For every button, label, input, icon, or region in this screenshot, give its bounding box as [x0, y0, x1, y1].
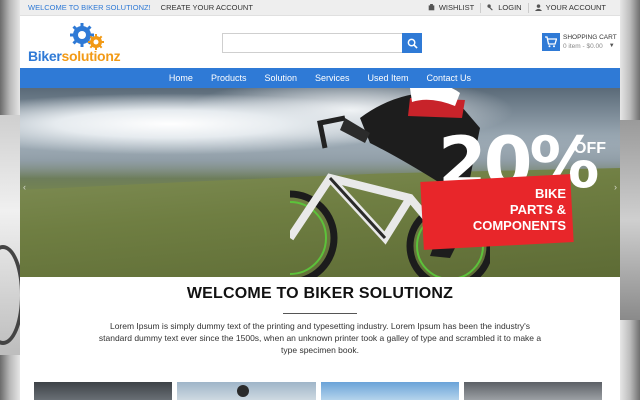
main-navigation: Home Products Solution Services Used Ite…	[20, 68, 620, 88]
wishlist-link[interactable]: WISHLIST	[422, 3, 480, 13]
nav-solution[interactable]: Solution	[255, 68, 306, 88]
hero-banner[interactable]: ‹ › 20% OFF BIKE PARTS & COMPONENTS	[20, 88, 620, 277]
login-label: LOGIN	[498, 3, 522, 12]
page-container: WELCOME TO BIKER SOLUTIONZ! CREATE YOUR …	[20, 0, 620, 400]
gear-icon	[70, 23, 104, 50]
promo-text: BIKE PARTS & COMPONENTS	[426, 186, 566, 234]
wishlist-icon	[428, 4, 435, 11]
header: Bikersolutionz SHOPPING CART 0 item - $0…	[20, 16, 620, 68]
promo-line-3: COMPONENTS	[472, 218, 566, 233]
thumbnail-4[interactable]	[463, 382, 602, 400]
side-background-left	[0, 115, 24, 355]
slider-prev-button[interactable]: ‹	[23, 182, 26, 192]
nav-products[interactable]: Products	[202, 68, 256, 88]
shopping-cart[interactable]: SHOPPING CART 0 item - $0.00 ▼	[542, 33, 617, 51]
search-bar	[222, 33, 422, 53]
login-icon	[487, 4, 494, 11]
thumbnail-helmet	[237, 385, 250, 397]
logo-wordmark: Bikersolutionz	[28, 48, 121, 64]
nav-services[interactable]: Services	[306, 68, 359, 88]
welcome-section: WELCOME TO BIKER SOLUTIONZ Lorem Ipsum i…	[20, 277, 620, 356]
cart-button[interactable]	[542, 33, 560, 51]
login-link[interactable]: LOGIN	[480, 2, 527, 13]
nav-home[interactable]: Home	[160, 68, 202, 88]
site-logo[interactable]: Bikersolutionz	[28, 20, 128, 64]
account-icon	[534, 4, 542, 11]
promo-line-1: BIKE	[534, 186, 566, 201]
thumbnail-2[interactable]	[177, 382, 316, 400]
thumbnail-1[interactable]	[34, 382, 173, 400]
search-icon	[407, 38, 418, 49]
product-thumbnails	[34, 382, 602, 400]
chevron-down-icon[interactable]: ▼	[609, 42, 615, 51]
promo-off-label: OFF	[574, 140, 606, 157]
welcome-title: WELCOME TO BIKER SOLUTIONZ	[186, 285, 454, 302]
slider-next-button[interactable]: ›	[614, 182, 617, 192]
welcome-body: Lorem Ipsum is simply dummy text of the …	[98, 321, 542, 355]
wishlist-label: WISHLIST	[438, 3, 475, 12]
create-account-link[interactable]: CREATE YOUR ACCOUNT	[161, 3, 253, 12]
title-divider	[283, 313, 357, 314]
cart-title: SHOPPING CART	[563, 34, 617, 41]
cart-icon	[545, 36, 557, 48]
thumbnail-3[interactable]	[320, 382, 459, 400]
side-background-right	[620, 120, 640, 320]
your-account-link[interactable]: YOUR ACCOUNT	[527, 2, 612, 13]
nav-contact-us[interactable]: Contact Us	[418, 68, 481, 88]
cart-summary: 0 item - $0.00	[563, 43, 603, 50]
search-button[interactable]	[402, 33, 422, 53]
nav-used-item[interactable]: Used Item	[359, 68, 418, 88]
top-bar: WELCOME TO BIKER SOLUTIONZ! CREATE YOUR …	[20, 0, 620, 16]
your-account-label: YOUR ACCOUNT	[545, 3, 606, 12]
search-input[interactable]	[222, 33, 402, 53]
promo-line-2: PARTS &	[509, 202, 566, 217]
welcome-message: WELCOME TO BIKER SOLUTIONZ!	[28, 3, 151, 12]
